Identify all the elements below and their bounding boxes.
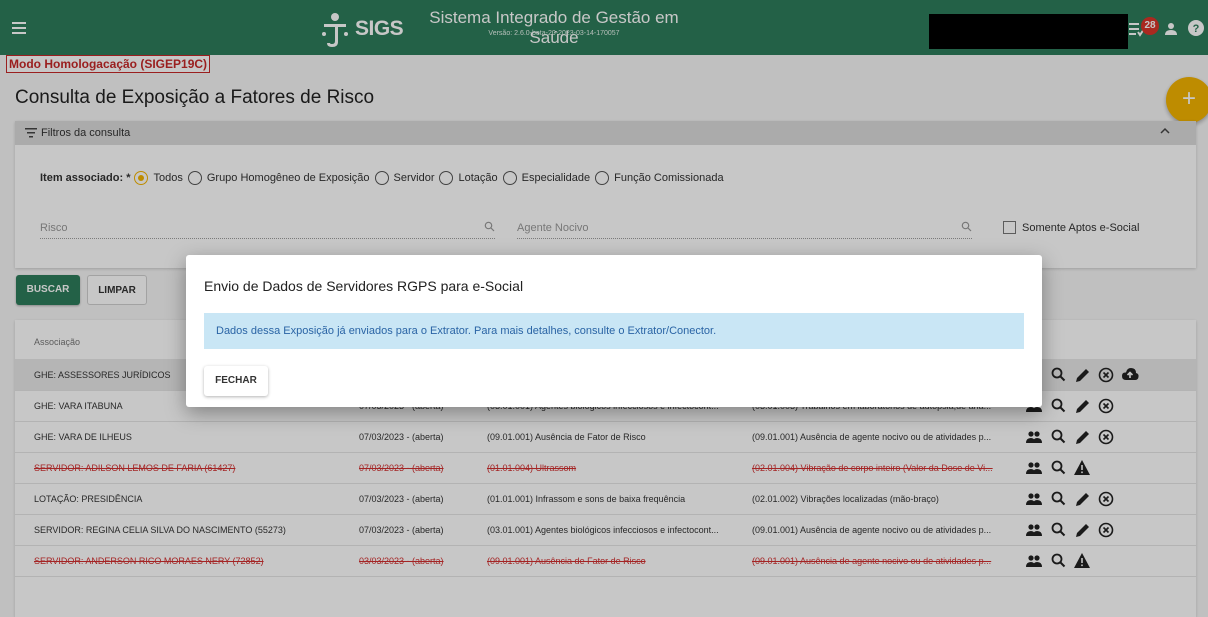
esocial-dialog: Envio de Dados de Servidores RGPS para e… [186,255,1042,407]
info-alert: Dados dessa Exposição já enviados para o… [204,313,1024,349]
dialog-title: Envio de Dados de Servidores RGPS para e… [204,278,524,294]
fechar-button[interactable]: FECHAR [204,366,268,396]
